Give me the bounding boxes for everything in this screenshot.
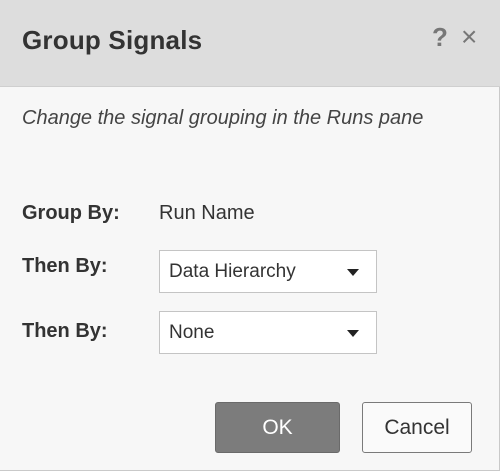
cancel-button[interactable]: Cancel — [362, 402, 472, 453]
dialog-description: Change the signal grouping in the Runs p… — [22, 107, 424, 129]
group-signals-dialog: Group Signals ? × Change the signal grou… — [0, 0, 500, 471]
then-by-select-2-value: None — [169, 322, 215, 343]
group-by-value: Run Name — [159, 202, 255, 224]
chevron-down-icon — [347, 269, 359, 276]
then-by-select-1-value: Data Hierarchy — [169, 261, 296, 282]
help-icon[interactable]: ? — [432, 22, 448, 52]
close-icon[interactable]: × — [461, 22, 477, 52]
group-by-label: Group By: — [22, 202, 120, 224]
then-by-label-1: Then By: — [22, 255, 108, 277]
then-by-select-2[interactable]: None — [159, 311, 377, 354]
dialog-titlebar: Group Signals ? × — [0, 0, 500, 87]
dialog-title: Group Signals — [22, 25, 203, 55]
then-by-label-2: Then By: — [22, 320, 108, 342]
chevron-down-icon — [347, 330, 359, 337]
then-by-select-1[interactable]: Data Hierarchy — [159, 250, 377, 293]
ok-button[interactable]: OK — [215, 402, 340, 453]
